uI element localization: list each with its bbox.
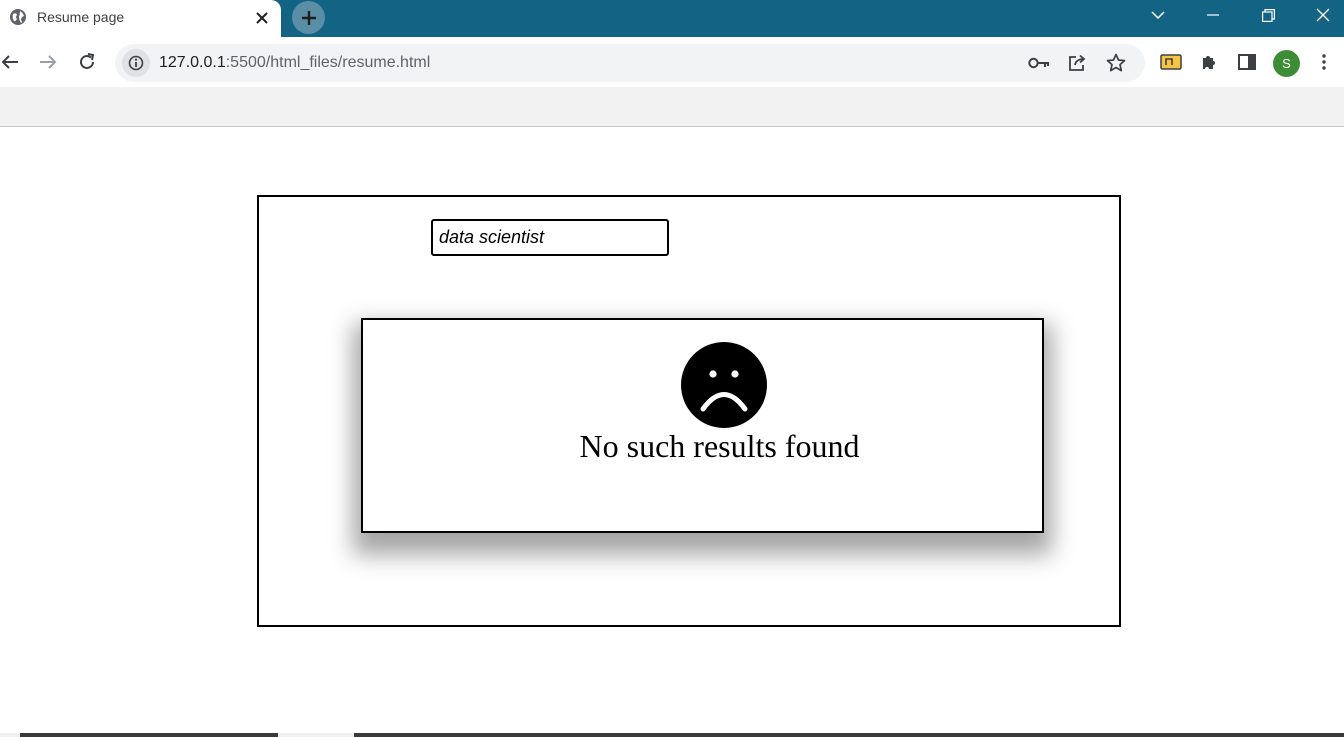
tab-strip: Resume page <box>0 0 1344 37</box>
minimize-icon <box>1207 14 1219 16</box>
url-host: 127.0.0.1 <box>159 54 226 71</box>
minimize-button[interactable] <box>1190 0 1236 30</box>
side-panel-icon[interactable] <box>1235 50 1259 74</box>
reload-button[interactable] <box>71 46 103 78</box>
search-container: No such results found <box>257 195 1121 627</box>
tab-title: Resume page <box>37 9 125 25</box>
profile-avatar[interactable]: S <box>1273 50 1300 77</box>
new-tab-button[interactable] <box>292 1 325 34</box>
restore-icon <box>1261 8 1275 22</box>
page-content: No such results found <box>0 127 1344 733</box>
no-results-card: No such results found <box>361 318 1044 533</box>
back-arrow-icon <box>1 55 18 69</box>
close-window-button[interactable] <box>1300 0 1344 30</box>
url-text[interactable]: 127.0.0.1:5500/html_files/resume.html <box>159 54 430 72</box>
search-input[interactable] <box>431 219 669 256</box>
sad-face-icon <box>681 342 767 428</box>
browser-tab[interactable]: Resume page <box>0 0 281 37</box>
reload-icon <box>80 53 95 69</box>
tab-search-button[interactable] <box>1135 0 1181 30</box>
star-bookmark-icon[interactable] <box>1104 51 1128 75</box>
close-icon <box>1316 8 1330 22</box>
close-tab-icon[interactable] <box>252 8 272 28</box>
cast-extension-icon[interactable] <box>1159 50 1183 74</box>
share-icon[interactable] <box>1065 51 1089 75</box>
taskbar-edge <box>0 733 1344 737</box>
address-bar[interactable]: 127.0.0.1:5500/html_files/resume.html <box>115 44 1145 82</box>
taskbar-edge-segment <box>278 733 354 737</box>
globe-icon <box>9 8 27 26</box>
forward-arrow-icon <box>40 55 57 69</box>
back-button[interactable] <box>0 46 26 78</box>
taskbar-edge-segment <box>0 733 20 737</box>
chevron-down-icon <box>1151 11 1165 19</box>
forward-button[interactable] <box>32 46 64 78</box>
restore-button[interactable] <box>1245 0 1291 30</box>
key-icon[interactable] <box>1027 51 1051 75</box>
url-path: :5500/html_files/resume.html <box>225 54 431 71</box>
extensions-puzzle-icon[interactable] <box>1197 50 1221 74</box>
page-header-strip <box>0 87 1344 127</box>
browser-toolbar: 127.0.0.1:5500/html_files/resume.html S <box>0 37 1344 87</box>
plus-icon <box>301 10 316 25</box>
site-info-icon[interactable] <box>122 49 150 77</box>
no-results-message: No such results found <box>579 428 860 464</box>
more-menu-icon[interactable] <box>1312 50 1336 74</box>
